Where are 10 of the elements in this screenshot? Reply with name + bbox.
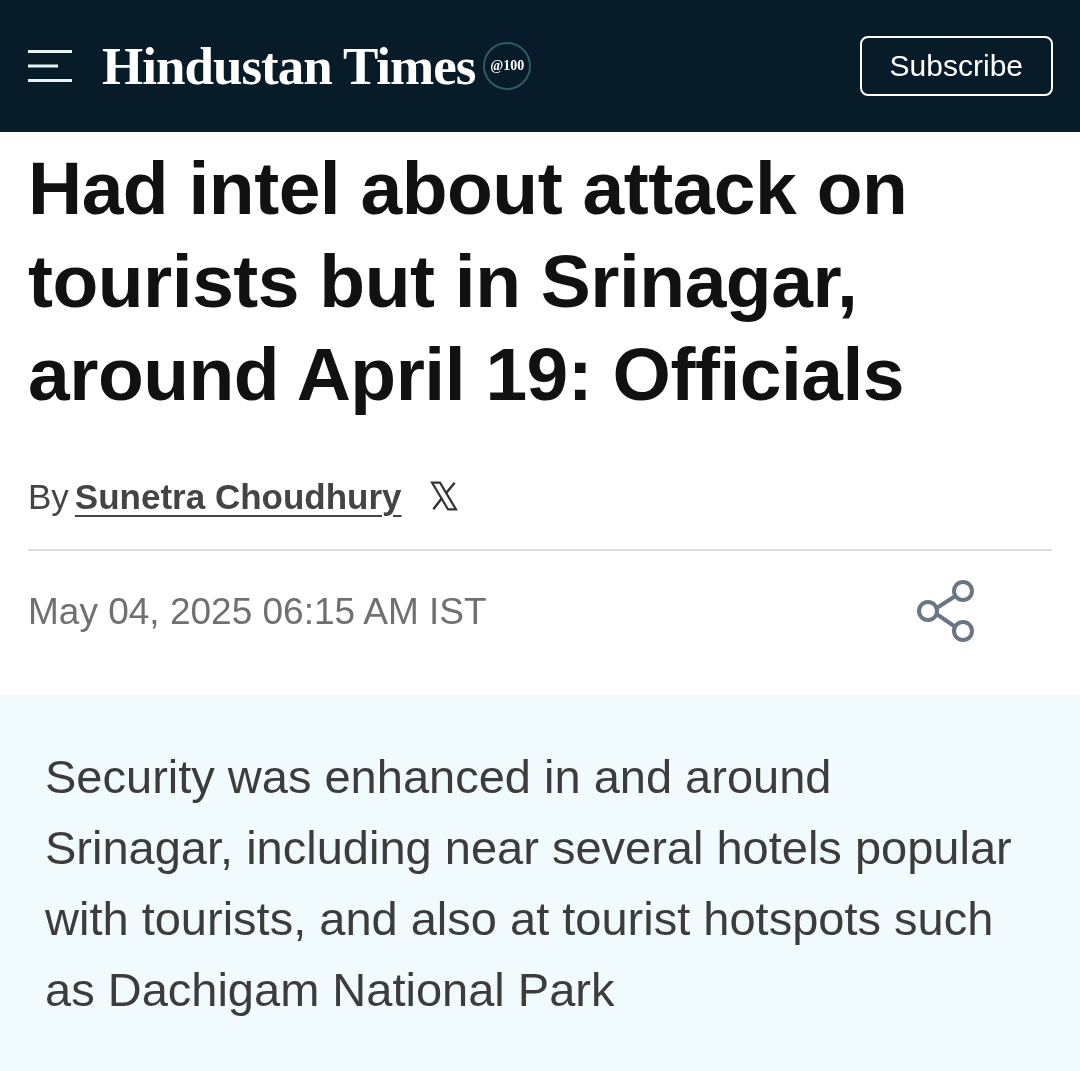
summary-text: Security was enhanced in and around Srinagar, including near several hotels popular with tourists, and also at tourist hotspots such as Dachigam National Park — [45, 749, 1013, 1018]
menu-icon[interactable] — [28, 50, 72, 82]
author-link[interactable]: Sunetra Choudhury — [74, 478, 402, 514]
publish-timestamp: May 04, 2025 06:15 AM IST — [28, 592, 487, 630]
byline-prefix: By — [28, 478, 69, 514]
headline: Had intel about attack on tourists but in Srinagar, around April 19: Officials — [28, 145, 909, 418]
anniversary-badge: @100 — [483, 42, 532, 90]
share-icon[interactable] — [916, 578, 976, 644]
logo[interactable]: Hindustan Times — [102, 39, 476, 93]
subscribe-button[interactable]: Subscribe — [859, 36, 1053, 96]
